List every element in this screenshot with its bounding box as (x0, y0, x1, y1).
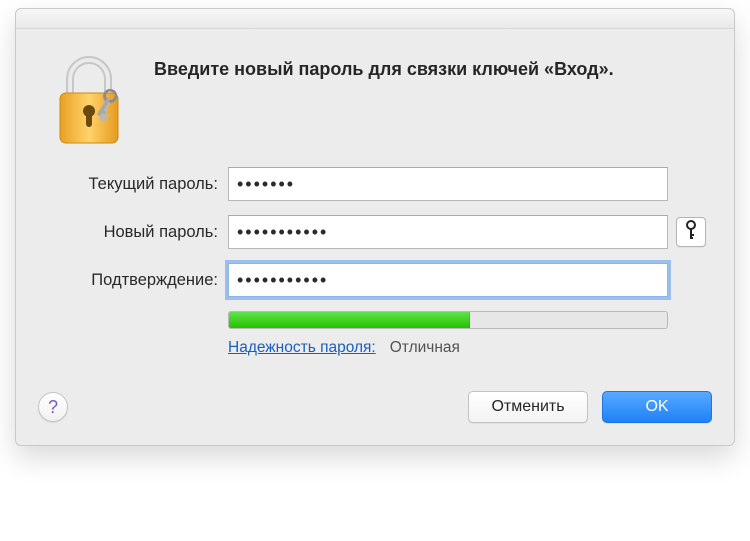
dialog-header: Введите новый пароль для связки ключей «… (16, 29, 734, 161)
dialog-footer: ? Отменить OK (16, 357, 734, 423)
row-strength-bar (38, 311, 712, 329)
password-strength-meter (228, 311, 668, 329)
dialog-title: Введите новый пароль для связки ключей «… (154, 53, 614, 81)
row-current-password: Текущий пароль: (38, 167, 712, 201)
key-icon (684, 220, 698, 245)
input-new-password[interactable] (228, 215, 668, 249)
row-verify-password: Подтверждение: (38, 263, 712, 297)
password-strength-link[interactable]: Надежность пароля: (228, 339, 376, 357)
keychain-password-dialog: Введите новый пароль для связки ключей «… (15, 8, 735, 446)
help-button[interactable]: ? (38, 392, 68, 422)
dialog-titlebar (16, 9, 734, 29)
cancel-button[interactable]: Отменить (468, 391, 588, 423)
input-current-password[interactable] (228, 167, 668, 201)
lock-icon (46, 53, 132, 151)
row-new-password: Новый пароль: (38, 215, 712, 249)
password-strength-value: Отличная (390, 339, 460, 357)
password-strength-fill (229, 312, 470, 328)
ok-button[interactable]: OK (602, 391, 712, 423)
help-icon: ? (48, 397, 58, 418)
label-current-password: Текущий пароль: (38, 175, 228, 194)
password-assistant-button[interactable] (676, 217, 706, 247)
input-verify-password[interactable] (228, 263, 668, 297)
password-form: Текущий пароль: Новый пароль: (16, 161, 734, 357)
label-verify-password: Подтверждение: (38, 271, 228, 290)
row-strength-text: Надежность пароля: Отличная (38, 339, 712, 357)
label-new-password: Новый пароль: (38, 223, 228, 242)
